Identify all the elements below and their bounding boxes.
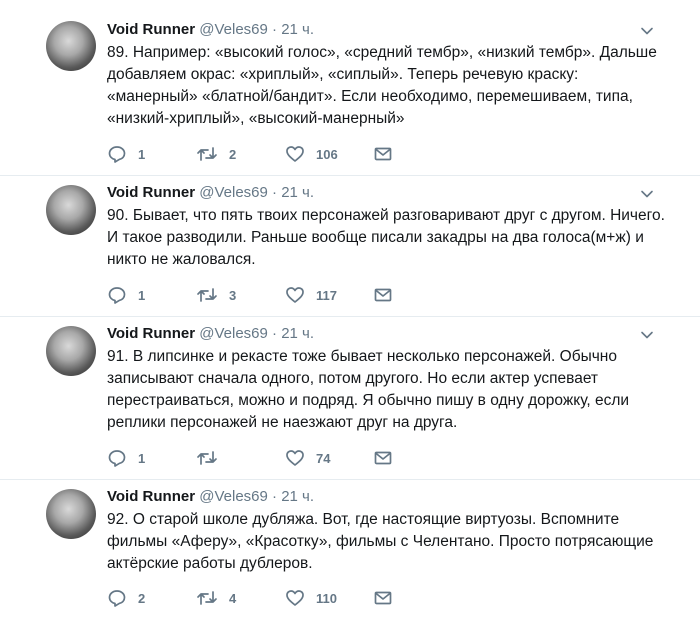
retweet-icon bbox=[196, 588, 218, 608]
like-icon bbox=[285, 448, 305, 468]
tweet-text: 90. Бывает, что пять твоих персонажей ра… bbox=[107, 207, 665, 268]
tweet-actions: 2 4 110 bbox=[107, 588, 407, 608]
reply-button[interactable]: 2 bbox=[107, 588, 145, 608]
dm-icon bbox=[373, 285, 393, 305]
reply-button[interactable]: 1 bbox=[107, 144, 145, 164]
retweet-count: 2 bbox=[229, 146, 237, 162]
author-name[interactable]: Void Runner bbox=[107, 21, 195, 38]
author-name[interactable]: Void Runner bbox=[107, 184, 195, 201]
like-button[interactable]: 110 bbox=[285, 588, 337, 608]
like-count: 74 bbox=[316, 450, 331, 466]
reply-count: 1 bbox=[138, 450, 146, 466]
timestamp[interactable]: 21 ч. bbox=[281, 488, 314, 505]
retweet-count: 4 bbox=[229, 590, 237, 606]
reply-icon bbox=[107, 588, 127, 608]
separator-dot: · bbox=[272, 325, 278, 342]
chevron-down-icon[interactable] bbox=[640, 24, 654, 38]
like-count: 106 bbox=[316, 146, 338, 162]
direct-message-button[interactable] bbox=[373, 448, 393, 468]
reply-icon bbox=[107, 448, 127, 468]
dm-icon bbox=[373, 144, 393, 164]
divider bbox=[0, 175, 700, 176]
tweet-actions: 1 74 bbox=[107, 448, 407, 468]
author-name[interactable]: Void Runner bbox=[107, 488, 195, 505]
timestamp[interactable]: 21 ч. bbox=[281, 184, 314, 201]
direct-message-button[interactable] bbox=[373, 588, 393, 608]
avatar[interactable] bbox=[46, 21, 96, 71]
separator-dot: · bbox=[272, 488, 278, 505]
reply-button[interactable]: 1 bbox=[107, 285, 145, 305]
retweet-button[interactable]: 2 bbox=[196, 144, 236, 164]
tweet-actions: 1 3 117 bbox=[107, 285, 407, 305]
avatar[interactable] bbox=[46, 185, 96, 235]
reply-count: 2 bbox=[138, 590, 146, 606]
retweet-button[interactable]: 3 bbox=[196, 285, 236, 305]
avatar[interactable] bbox=[46, 326, 96, 376]
like-count: 110 bbox=[316, 590, 337, 606]
like-count: 117 bbox=[316, 287, 337, 303]
like-button[interactable]: 74 bbox=[285, 448, 330, 468]
author-handle[interactable]: @Veles69 bbox=[199, 184, 268, 201]
tweet-text: 92. О старой школе дубляжа. Вот, где нас… bbox=[107, 511, 654, 572]
retweet-button[interactable] bbox=[196, 448, 229, 468]
reply-icon bbox=[107, 285, 127, 305]
dm-icon bbox=[373, 588, 393, 608]
timeline: Void Runner @Veles69 · 21 ч. 89. Наприме… bbox=[0, 0, 700, 624]
tweet-header: Void Runner @Veles69 · 21 ч. bbox=[107, 183, 314, 203]
tweet-text: 89. Например: «высокий голос», «средний … bbox=[107, 44, 657, 127]
author-handle[interactable]: @Veles69 bbox=[199, 488, 268, 505]
retweet-icon bbox=[196, 448, 218, 468]
tweet-header: Void Runner @Veles69 · 21 ч. bbox=[107, 487, 314, 507]
reply-count: 1 bbox=[138, 146, 146, 162]
chevron-down-icon[interactable] bbox=[640, 328, 654, 342]
reply-count: 1 bbox=[138, 287, 146, 303]
timestamp[interactable]: 21 ч. bbox=[281, 21, 314, 38]
author-handle[interactable]: @Veles69 bbox=[199, 325, 268, 342]
reply-button[interactable]: 1 bbox=[107, 448, 145, 468]
author-name[interactable]: Void Runner bbox=[107, 325, 195, 342]
like-icon bbox=[285, 588, 305, 608]
divider bbox=[0, 479, 700, 480]
like-button[interactable]: 117 bbox=[285, 285, 337, 305]
direct-message-button[interactable] bbox=[373, 285, 393, 305]
avatar[interactable] bbox=[46, 489, 96, 539]
dm-icon bbox=[373, 448, 393, 468]
tweet-header: Void Runner @Veles69 · 21 ч. bbox=[107, 324, 314, 344]
like-button[interactable]: 106 bbox=[285, 144, 338, 164]
divider bbox=[0, 316, 700, 317]
tweet-text: 91. В липсинке и рекасте тоже бывает нес… bbox=[107, 348, 630, 431]
like-icon bbox=[285, 285, 305, 305]
direct-message-button[interactable] bbox=[373, 144, 393, 164]
separator-dot: · bbox=[272, 184, 278, 201]
like-icon bbox=[285, 144, 305, 164]
retweet-icon bbox=[196, 285, 218, 305]
retweet-button[interactable]: 4 bbox=[196, 588, 236, 608]
retweet-icon bbox=[196, 144, 218, 164]
separator-dot: · bbox=[272, 21, 278, 38]
retweet-count: 3 bbox=[229, 287, 237, 303]
timestamp[interactable]: 21 ч. bbox=[281, 325, 314, 342]
chevron-down-icon[interactable] bbox=[640, 187, 654, 201]
reply-icon bbox=[107, 144, 127, 164]
tweet-actions: 1 2 106 bbox=[107, 144, 407, 164]
author-handle[interactable]: @Veles69 bbox=[199, 21, 268, 38]
tweet-header: Void Runner @Veles69 · 21 ч. bbox=[107, 20, 314, 40]
